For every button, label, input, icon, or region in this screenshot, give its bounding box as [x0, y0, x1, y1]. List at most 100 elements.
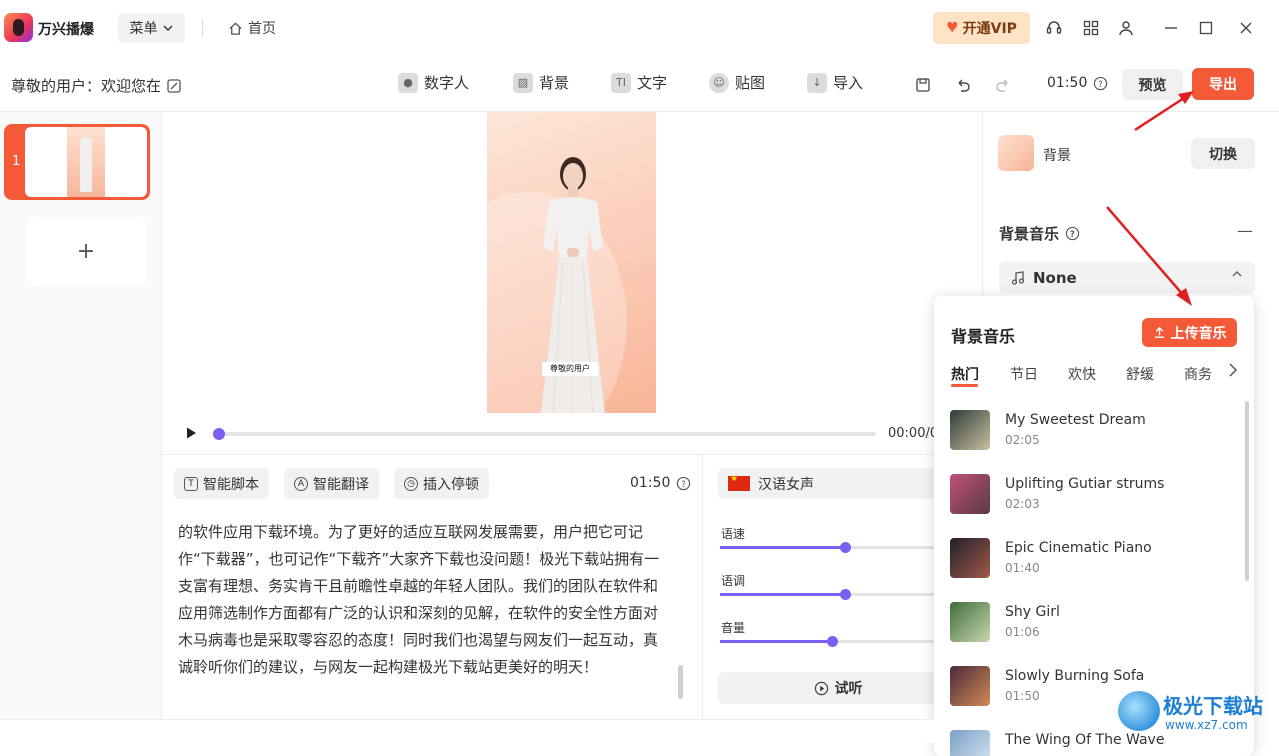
support-icon[interactable] — [1043, 17, 1065, 39]
total-duration: 01:50 ? — [1047, 75, 1108, 91]
tab-festival[interactable]: 节日 — [1010, 364, 1038, 384]
preview-stage: 尊敬的用户 00:00/0 — [162, 112, 982, 454]
scene-list: 1 + — [0, 112, 162, 719]
home-label: 首页 — [248, 21, 276, 37]
tool-label: 文字 — [637, 74, 668, 92]
tab-business[interactable]: 商务 — [1184, 364, 1212, 384]
tool-text[interactable]: TI 文字 — [611, 72, 667, 93]
scene-card[interactable]: 1 — [4, 124, 150, 200]
speed-slider-knob[interactable] — [839, 542, 851, 553]
tool-digital-human[interactable]: ● 数字人 — [398, 72, 469, 93]
track-item[interactable]: Shy Girl 01:06 — [950, 602, 1230, 650]
smart-translate-button[interactable]: A 智能翻译 — [284, 468, 379, 499]
track-cover — [950, 410, 990, 450]
preview-button[interactable]: 预览 — [1122, 69, 1183, 100]
upload-icon — [1154, 326, 1164, 338]
redo-icon[interactable] — [992, 74, 1014, 96]
undo-icon[interactable] — [952, 74, 974, 96]
track-duration: 02:05 — [1005, 433, 1040, 447]
playback-progress-track[interactable] — [214, 432, 876, 436]
play-icon[interactable] — [184, 426, 198, 440]
bgm-select[interactable]: None — [999, 262, 1255, 293]
app-logo-icon — [4, 13, 33, 42]
tool-label: 导入 — [833, 74, 864, 92]
tab-cheerful[interactable]: 欢快 — [1068, 364, 1096, 384]
volume-slider-knob[interactable] — [826, 636, 838, 647]
upload-label: 上传音乐 — [1170, 325, 1227, 342]
menu-button[interactable]: 菜单 — [118, 13, 185, 43]
playback-progress-knob[interactable] — [213, 428, 225, 440]
maximize-icon[interactable] — [1195, 17, 1217, 39]
listen-button[interactable]: 试听 — [718, 672, 958, 704]
svg-text:?: ? — [1099, 78, 1103, 88]
background-label: 背景 — [1043, 148, 1071, 164]
export-button[interactable]: 导出 — [1192, 68, 1254, 100]
track-name: Uplifting Gutiar strums — [1005, 476, 1165, 492]
add-scene-button[interactable]: + — [26, 217, 146, 285]
voice-select[interactable]: 汉语女声 — [718, 468, 968, 499]
chevron-down-icon — [162, 25, 173, 32]
script-icon: T — [184, 476, 198, 491]
volume-label: 音量 — [721, 621, 746, 635]
track-name: Epic Cinematic Piano — [1005, 540, 1152, 556]
video-canvas[interactable]: 尊敬的用户 — [487, 112, 656, 413]
insert-pause-button[interactable]: ◷ 插入停顿 — [394, 468, 489, 499]
title-bar: 万兴播爆 菜单 首页 ♥ 开通VIP — [0, 0, 1279, 56]
button-label: 智能脚本 — [203, 476, 259, 493]
sticker-icon: ☺ — [709, 72, 729, 93]
vip-button[interactable]: ♥ 开通VIP — [933, 12, 1030, 44]
background-thumbnail[interactable] — [998, 135, 1034, 171]
music-picker-popup: 背景音乐 上传音乐 热门 节日 欢快 舒缓 商务 My Sweetest Dre… — [934, 296, 1254, 756]
watermark-text: 极光下载站 — [1163, 694, 1263, 718]
help-icon[interactable]: ? — [1065, 226, 1080, 241]
track-item[interactable]: Epic Cinematic Piano 01:40 — [950, 538, 1230, 586]
chevron-up-icon — [1232, 270, 1242, 277]
tool-background[interactable]: ▨ 背景 — [513, 72, 569, 93]
tool-import[interactable]: ↓ 导入 — [807, 72, 863, 93]
smart-script-button[interactable]: T 智能脚本 — [174, 468, 269, 499]
user-icon[interactable] — [1115, 17, 1137, 39]
help-icon[interactable]: ? — [676, 476, 691, 491]
apps-grid-icon[interactable] — [1080, 17, 1102, 39]
tool-label: 数字人 — [424, 74, 470, 92]
close-icon[interactable] — [1235, 17, 1257, 39]
switch-background-button[interactable]: 切换 — [1191, 138, 1255, 169]
upload-music-button[interactable]: 上传音乐 — [1142, 318, 1237, 347]
script-scrollbar[interactable] — [678, 665, 683, 699]
track-duration: 01:50 — [1005, 689, 1040, 703]
popup-title: 背景音乐 — [951, 327, 1016, 346]
track-cover — [950, 666, 990, 706]
track-name: Shy Girl — [1005, 604, 1060, 620]
playback-time: 00:00/0 — [888, 426, 939, 441]
watermark-url: www.xz7.com — [1165, 718, 1248, 732]
tool-label: 贴图 — [735, 74, 766, 92]
collapse-icon[interactable]: — — [1237, 221, 1253, 240]
tool-label: 背景 — [539, 74, 570, 92]
track-cover — [950, 602, 990, 642]
pitch-label: 语调 — [721, 574, 746, 588]
save-icon[interactable] — [912, 74, 934, 96]
tool-sticker[interactable]: ☺ 贴图 — [709, 72, 765, 93]
minimize-icon[interactable] — [1160, 17, 1182, 39]
track-item[interactable]: My Sweetest Dream 02:05 — [950, 410, 1230, 458]
track-list-scrollbar[interactable] — [1245, 401, 1249, 581]
button-label: 智能翻译 — [313, 476, 369, 493]
watermark: 极光下载站 www.xz7.com — [1118, 688, 1274, 736]
script-textarea[interactable]: 的软件应用下载环境。为了更好的适应互联网发展需要，用户把它可记作“下载器”，也可… — [178, 519, 668, 681]
greeting: 尊敬的用户：欢迎您在 — [11, 75, 181, 96]
digital-human-icon: ● — [398, 72, 418, 93]
track-item[interactable]: Uplifting Gutiar strums 02:03 — [950, 474, 1230, 522]
home-link[interactable]: 首页 — [228, 18, 276, 38]
edit-icon[interactable] — [167, 78, 181, 93]
pitch-slider-knob[interactable] — [839, 589, 851, 600]
status-bar — [0, 719, 934, 743]
speed-slider-fill — [720, 546, 845, 549]
tab-hot[interactable]: 热门 — [951, 364, 979, 384]
track-cover — [950, 730, 990, 756]
translate-icon: A — [294, 476, 308, 491]
subtitle-text[interactable]: 尊敬的用户 — [542, 362, 598, 376]
chevron-right-icon[interactable] — [1227, 362, 1239, 378]
app-name: 万兴播爆 — [38, 22, 94, 38]
tab-soothing[interactable]: 舒缓 — [1126, 364, 1154, 384]
help-icon[interactable]: ? — [1093, 76, 1108, 91]
